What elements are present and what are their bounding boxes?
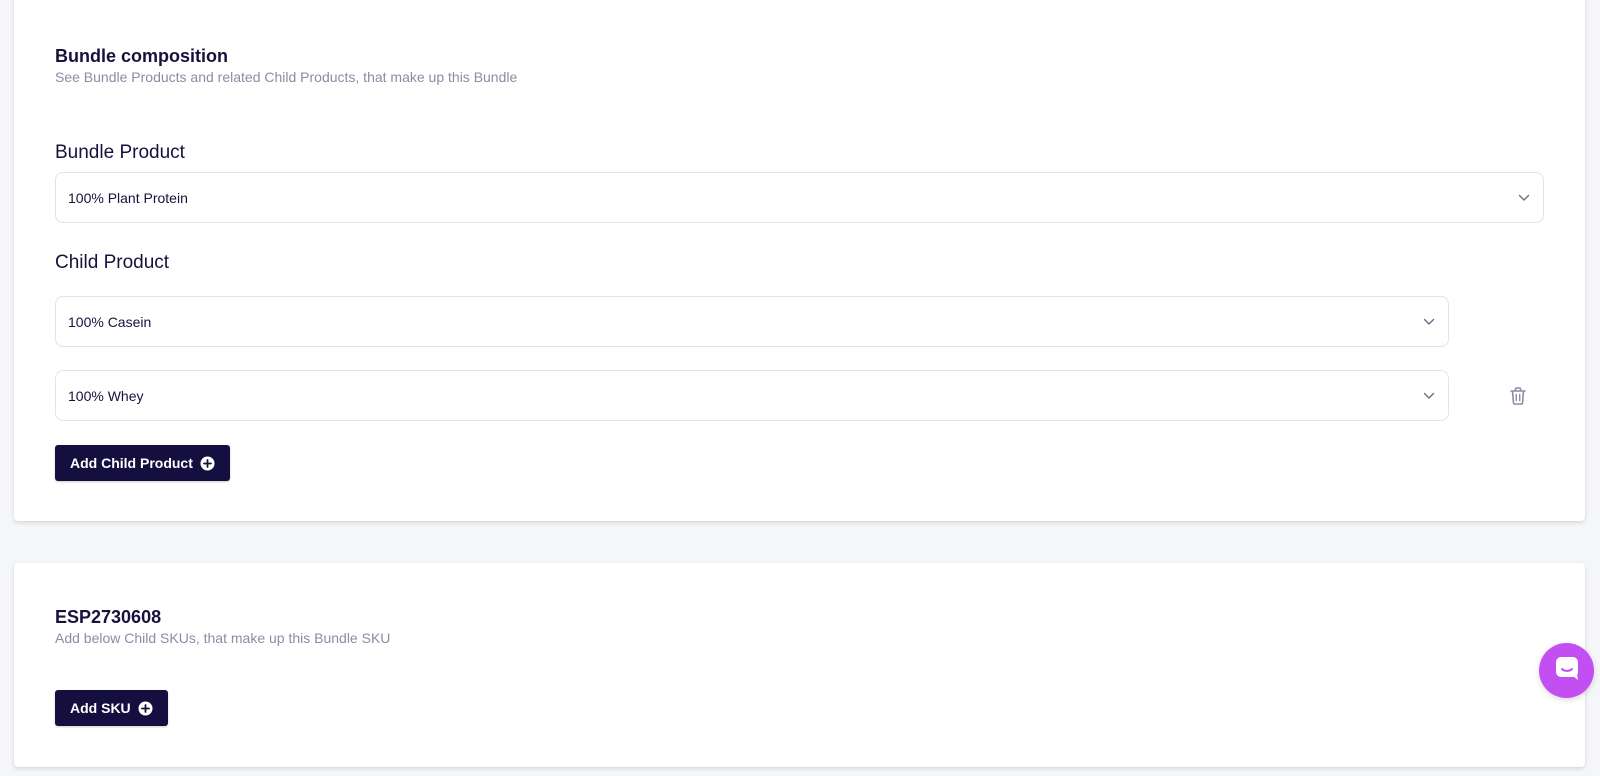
add-child-product-label: Add Child Product: [70, 455, 193, 471]
chat-launcher-button[interactable]: [1539, 643, 1594, 698]
sku-subtitle: Add below Child SKUs, that make up this …: [55, 630, 391, 646]
section-subtitle: See Bundle Products and related Child Pr…: [55, 69, 518, 85]
section-title: Bundle composition: [55, 46, 228, 66]
chevron-down-icon: [1422, 389, 1436, 403]
plus-circle-icon: [200, 456, 215, 471]
child-product-select[interactable]: 100% Whey: [55, 370, 1449, 421]
bundle-product-select[interactable]: 100% Plant Protein: [55, 172, 1544, 223]
trash-icon[interactable]: [1509, 386, 1527, 406]
bundle-product-value: 100% Plant Protein: [68, 189, 188, 206]
chevron-down-icon: [1422, 315, 1436, 329]
add-sku-label: Add SKU: [70, 700, 131, 716]
chevron-down-icon: [1517, 191, 1531, 205]
child-product-value: 100% Casein: [68, 313, 152, 330]
plus-circle-icon: [138, 701, 153, 716]
bundle-sku-card: ESP2730608 Add below Child SKUs, that ma…: [14, 563, 1585, 767]
bundle-product-label: Bundle Product: [55, 142, 185, 163]
chat-icon: [1554, 655, 1580, 686]
add-child-product-button[interactable]: Add Child Product: [55, 445, 230, 481]
child-product-label: Child Product: [55, 252, 170, 273]
child-product-value: 100% Whey: [68, 387, 144, 404]
sku-title: ESP2730608: [55, 607, 162, 627]
bundle-composition-card: Bundle composition See Bundle Products a…: [14, 0, 1585, 521]
child-product-select[interactable]: 100% Casein: [55, 296, 1449, 347]
add-sku-button[interactable]: Add SKU: [55, 690, 168, 726]
